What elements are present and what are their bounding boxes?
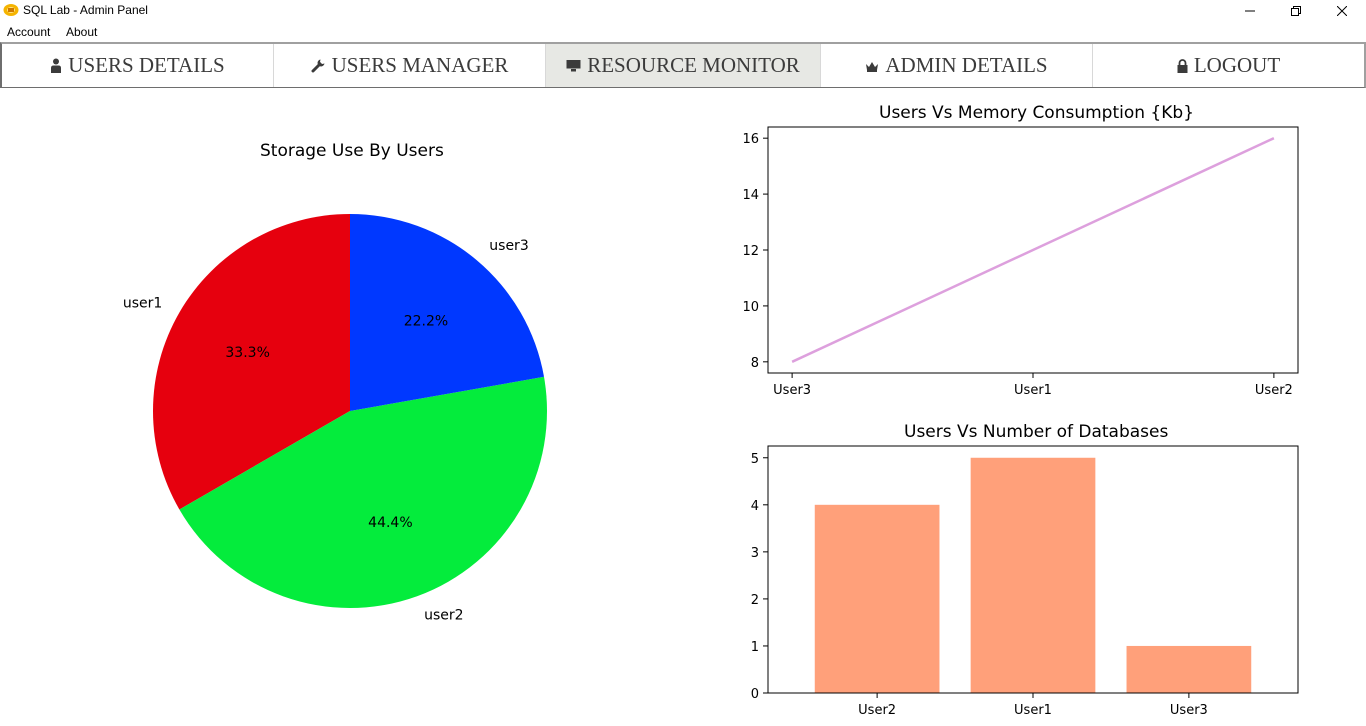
pie-percent-label: 44.4% <box>368 515 412 531</box>
y-tick-label: 12 <box>742 244 759 259</box>
close-button[interactable] <box>1319 0 1365 22</box>
memory-series-line <box>791 137 1275 363</box>
tab-admin-details[interactable]: ADMIN DETAILS <box>821 44 1093 87</box>
x-tick-label: User2 <box>858 703 896 718</box>
tab-label: USERS DETAILS <box>68 53 225 77</box>
app-logo-icon <box>3 4 19 16</box>
y-tick-label: 10 <box>742 300 759 315</box>
pie-slice-user2 <box>179 376 547 608</box>
y-tick-label: 8 <box>751 356 759 371</box>
x-tick-label: User1 <box>1014 383 1052 398</box>
line-chart: 8 10 12 14 16 User3 User1 User2 <box>742 126 1299 398</box>
menu-account[interactable]: Account <box>7 25 50 39</box>
wrench-icon <box>311 59 325 73</box>
tab-users-manager[interactable]: USERS MANAGER <box>274 44 546 87</box>
window-title: SQL Lab - Admin Panel <box>23 3 148 17</box>
pie-label: user2 <box>424 608 463 624</box>
restore-icon <box>1291 6 1301 16</box>
y-tick-label: 0 <box>751 687 759 702</box>
monitor-icon <box>566 60 581 72</box>
bar-chart-title: Users Vs Number of Databases <box>904 422 1169 442</box>
lock-icon <box>1177 58 1188 73</box>
minimize-button[interactable] <box>1227 0 1273 22</box>
close-icon <box>1337 6 1347 16</box>
x-tick-label: User3 <box>1170 703 1208 718</box>
crown-icon <box>866 61 879 72</box>
bar-chart: 0 1 2 3 4 5 User2 User1 User3 <box>751 445 1299 718</box>
pie-chart-title: Storage Use By Users <box>260 141 444 161</box>
title-bar: SQL Lab - Admin Panel <box>0 0 1366 22</box>
y-tick-label: 2 <box>751 593 759 608</box>
line-chart-title: Users Vs Memory Consumption {Kb} <box>879 103 1195 123</box>
tab-logout[interactable]: LOGOUT <box>1093 44 1364 87</box>
x-tick-label: User2 <box>1255 383 1293 398</box>
tab-bar: USERS DETAILS USERS MANAGER RESOURCE MON… <box>0 42 1366 88</box>
tab-label: ADMIN DETAILS <box>885 53 1048 77</box>
menu-bar: Account About <box>0 22 1366 42</box>
y-tick-label: 16 <box>742 132 759 147</box>
minimize-icon <box>1245 10 1255 12</box>
pie-slice-user1 <box>153 214 350 510</box>
pie-percent-label: 22.2% <box>404 313 448 329</box>
bar-User1 <box>970 457 1096 693</box>
bar-User2 <box>814 504 940 693</box>
tab-label: USERS MANAGER <box>331 53 509 77</box>
menu-about[interactable]: About <box>66 25 97 39</box>
pie-label: user1 <box>123 296 162 312</box>
x-tick-label: User3 <box>773 383 811 398</box>
y-tick-label: 4 <box>751 499 759 514</box>
y-tick-label: 1 <box>751 640 759 655</box>
bar-User3 <box>1126 645 1252 693</box>
pie-chart: user1 33.3% user2 44.4% user3 22.2% <box>123 214 547 624</box>
y-tick-label: 3 <box>751 546 759 561</box>
y-tick-label: 5 <box>751 452 759 467</box>
restore-button[interactable] <box>1273 0 1319 22</box>
person-icon <box>51 58 62 73</box>
y-tick-label: 14 <box>742 188 759 203</box>
tab-label: RESOURCE MONITOR <box>587 53 800 77</box>
tab-label: LOGOUT <box>1193 53 1281 77</box>
x-tick-label: User1 <box>1014 703 1052 718</box>
bar-plot-frame <box>767 445 1299 694</box>
tab-users-details[interactable]: USERS DETAILS <box>2 44 274 87</box>
pie-percent-label: 33.3% <box>225 345 269 361</box>
tab-resource-monitor[interactable]: RESOURCE MONITOR <box>546 44 821 87</box>
line-plot-frame <box>767 126 1299 374</box>
pie-label: user3 <box>489 238 528 254</box>
pie-slice-user3 <box>350 214 545 411</box>
